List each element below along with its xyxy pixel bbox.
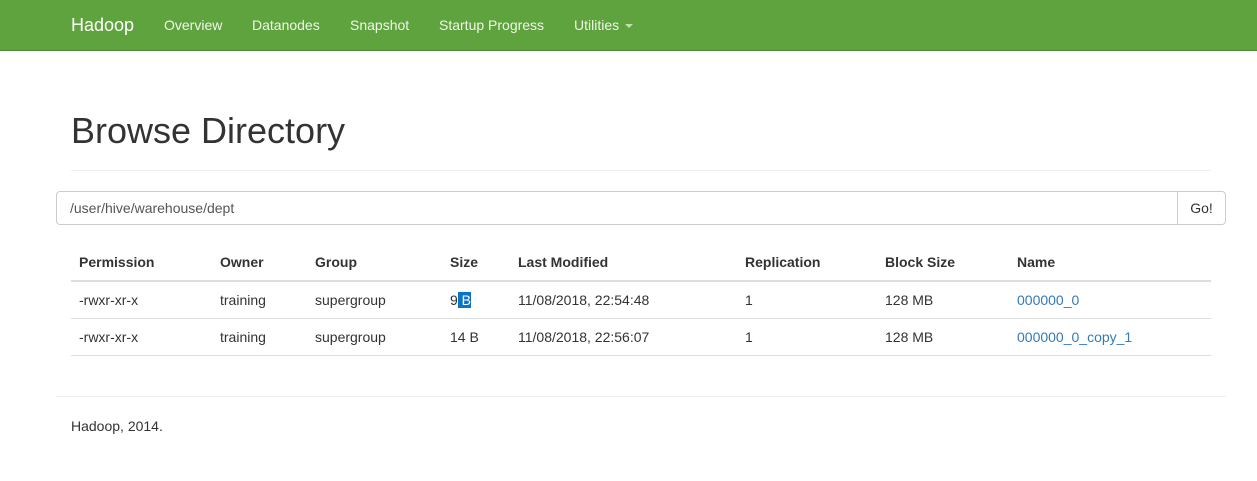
brand-link[interactable]: Hadoop — [71, 14, 134, 36]
nav-overview[interactable]: Overview — [164, 17, 222, 34]
go-button[interactable]: Go! — [1177, 191, 1226, 225]
nav-utilities-dropdown[interactable]: Utilities — [574, 17, 634, 34]
cell-permission: -rwxr-xr-x — [79, 329, 139, 345]
cell-block-size: 128 MB — [885, 292, 934, 308]
cell-last-modified: 11/08/2018, 22:54:48 — [518, 292, 650, 308]
selected-text-highlight: B — [457, 292, 472, 308]
cell-owner: training — [220, 329, 266, 345]
cell-group: supergroup — [315, 329, 386, 345]
directory-listing-table: Permission Owner Group Size Last Modifie… — [71, 244, 1211, 357]
cell-size: 14 B — [450, 329, 479, 345]
cell-replication: 1 — [745, 329, 753, 345]
nav-startup-progress[interactable]: Startup Progress — [439, 17, 544, 34]
column-header-owner[interactable]: Owner — [220, 244, 264, 280]
cell-group: supergroup — [315, 292, 386, 308]
column-header-name[interactable]: Name — [1017, 244, 1055, 280]
cell-size: 9 B — [450, 282, 472, 318]
size-number: 9 — [450, 292, 458, 308]
nav-utilities-label: Utilities — [574, 17, 620, 33]
footer-divider — [56, 396, 1226, 397]
column-header-last-modified[interactable]: Last Modified — [518, 244, 608, 280]
cell-owner: training — [220, 292, 266, 308]
column-header-group[interactable]: Group — [315, 244, 357, 280]
footer-text: Hadoop, 2014. — [71, 418, 163, 434]
top-navbar: Hadoop Overview Datanodes Snapshot Start… — [0, 0, 1257, 51]
caret-down-icon — [625, 24, 634, 29]
page-title: Browse Directory — [71, 110, 346, 151]
nav-datanodes[interactable]: Datanodes — [252, 17, 320, 34]
column-header-block-size[interactable]: Block Size — [885, 244, 955, 280]
cell-permission: -rwxr-xr-x — [79, 292, 139, 308]
cell-last-modified: 11/08/2018, 22:56:07 — [518, 329, 650, 345]
table-row: -rwxr-xr-x training supergroup 9 B 11/08… — [71, 282, 1211, 319]
table-row: -rwxr-xr-x training supergroup 14 B 11/0… — [71, 319, 1211, 356]
nav-snapshot[interactable]: Snapshot — [350, 17, 409, 34]
cell-replication: 1 — [745, 292, 753, 308]
cell-name: 000000_0_copy_1 — [1017, 319, 1132, 355]
column-header-permission[interactable]: Permission — [79, 244, 154, 280]
table-header-row: Permission Owner Group Size Last Modifie… — [71, 244, 1211, 282]
file-link[interactable]: 000000_0 — [1017, 292, 1079, 308]
column-header-size[interactable]: Size — [450, 244, 478, 280]
directory-path-input[interactable] — [56, 191, 1178, 225]
cell-block-size: 128 MB — [885, 329, 934, 345]
cell-name: 000000_0 — [1017, 282, 1079, 318]
title-divider — [71, 170, 1211, 171]
file-link[interactable]: 000000_0_copy_1 — [1017, 329, 1132, 345]
column-header-replication[interactable]: Replication — [745, 244, 820, 280]
